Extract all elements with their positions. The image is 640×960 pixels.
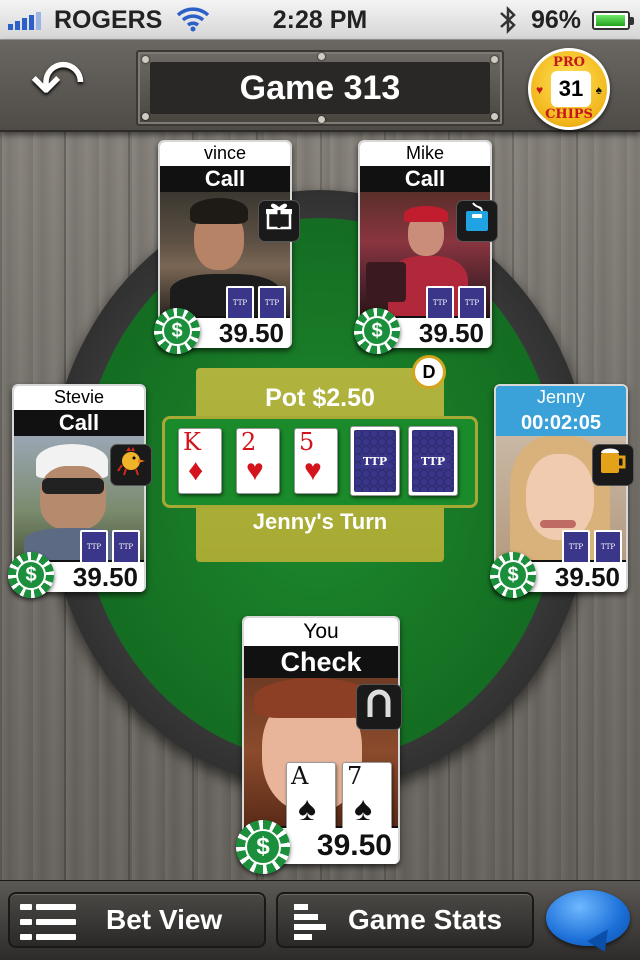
card-rank: K — [183, 428, 201, 456]
player-seat-vince[interactable]: vince Call TTP TTP 39.50 $ — [154, 140, 300, 354]
player-action: Check — [244, 646, 398, 678]
pro-chips-badge[interactable]: PRO ♥ 31 ♠ CHIPS — [528, 48, 610, 130]
player-name: vince — [203, 143, 247, 163]
chat-bubble-icon[interactable] — [546, 890, 630, 946]
game-stats-button[interactable]: Game Stats — [276, 892, 534, 948]
hole-card-back: TTP — [226, 286, 254, 320]
chicken-icon[interactable] — [110, 444, 152, 486]
dealer-button: D — [412, 355, 446, 389]
player-action: Call — [14, 410, 144, 436]
card-rank: A — [291, 762, 309, 790]
player-name: Stevie — [53, 387, 105, 407]
tissue-box-icon[interactable] — [456, 200, 498, 242]
hole-card-back: TTP — [258, 286, 286, 320]
card-rank: 2 — [241, 428, 257, 456]
chip-icon: $ — [490, 552, 536, 598]
battery-percent: 96% — [531, 6, 582, 34]
player-seat-you[interactable]: You Check A ♠ 7 ♠ 39.50 $ — [236, 616, 402, 874]
game-stats-label: Game Stats — [348, 904, 503, 935]
list-icon — [20, 904, 76, 940]
heart-icon: ♥ — [246, 454, 264, 487]
board-card-1: K ♦ — [178, 428, 222, 494]
turn-timer: 00:02:05 — [496, 410, 626, 436]
page-title: Game 313 — [150, 62, 490, 114]
bar-chart-icon — [294, 904, 334, 940]
spade-icon: ♠ — [595, 83, 602, 97]
chip-icon: $ — [8, 552, 54, 598]
hole-card-back: TTP — [594, 530, 622, 564]
hole-card-1: A ♠ — [286, 762, 336, 834]
turn-label: Jenny's Turn — [252, 509, 388, 534]
board-card-back-4: TTP — [350, 426, 400, 496]
hole-card-back: TTP — [426, 286, 454, 320]
card-back-logo: TTP — [418, 454, 448, 468]
status-bar: ROGERS 2:28 PM 96% — [0, 0, 640, 40]
bluetooth-icon — [498, 5, 518, 42]
card-rank: 7 — [347, 762, 363, 790]
back-button[interactable]: ↶ — [18, 50, 98, 120]
player-action: Call — [360, 166, 490, 192]
beer-mug-icon[interactable] — [592, 444, 634, 486]
chips-count: 31 — [551, 71, 591, 107]
gift-box-icon[interactable] — [258, 200, 300, 242]
player-name: You — [303, 620, 339, 643]
chip-icon: $ — [236, 820, 290, 874]
diamond-icon: ♦ — [188, 454, 204, 487]
card-rank: 5 — [299, 428, 315, 456]
pot-label: Pot $2.50 — [265, 384, 375, 412]
chip-icon: $ — [354, 308, 400, 354]
hole-card-back: TTP — [458, 286, 486, 320]
pro-chips-top-label: PRO — [553, 55, 585, 70]
hole-card-back: TTP — [112, 530, 140, 564]
title-plate: Game 313 — [136, 50, 504, 126]
board-card-back-5: TTP — [408, 426, 458, 496]
player-name: Jenny — [536, 387, 586, 407]
heart-icon: ♥ — [536, 83, 544, 97]
spade-icon: ♠ — [298, 790, 317, 828]
board-card-3: 5 ♥ — [294, 428, 338, 494]
chip-icon: $ — [154, 308, 200, 354]
hole-card-back: TTP — [562, 530, 590, 564]
bet-view-button[interactable]: Bet View — [8, 892, 266, 948]
hole-card-2: 7 ♠ — [342, 762, 392, 834]
player-seat-stevie[interactable]: Stevie Call TTP TTP 39.50 $ — [8, 384, 152, 598]
hole-card-back: TTP — [80, 530, 108, 564]
player-seat-mike[interactable]: Mike Call TTP TTP 39.50 $ — [354, 140, 498, 354]
heart-icon: ♥ — [304, 454, 322, 487]
player-seat-jenny[interactable]: Jenny 00:02:05 TTP TTP 39.50 $ — [490, 384, 634, 598]
battery-icon — [592, 11, 634, 30]
bet-view-label: Bet View — [106, 904, 223, 935]
horseshoe-icon[interactable] — [356, 684, 402, 730]
board-card-2: 2 ♥ — [236, 428, 280, 494]
pro-chips-bottom-label: CHIPS — [545, 107, 593, 122]
card-back-logo: TTP — [360, 454, 390, 468]
player-action: Call — [160, 166, 290, 192]
spade-icon: ♠ — [354, 790, 373, 828]
player-name: Mike — [405, 143, 444, 163]
